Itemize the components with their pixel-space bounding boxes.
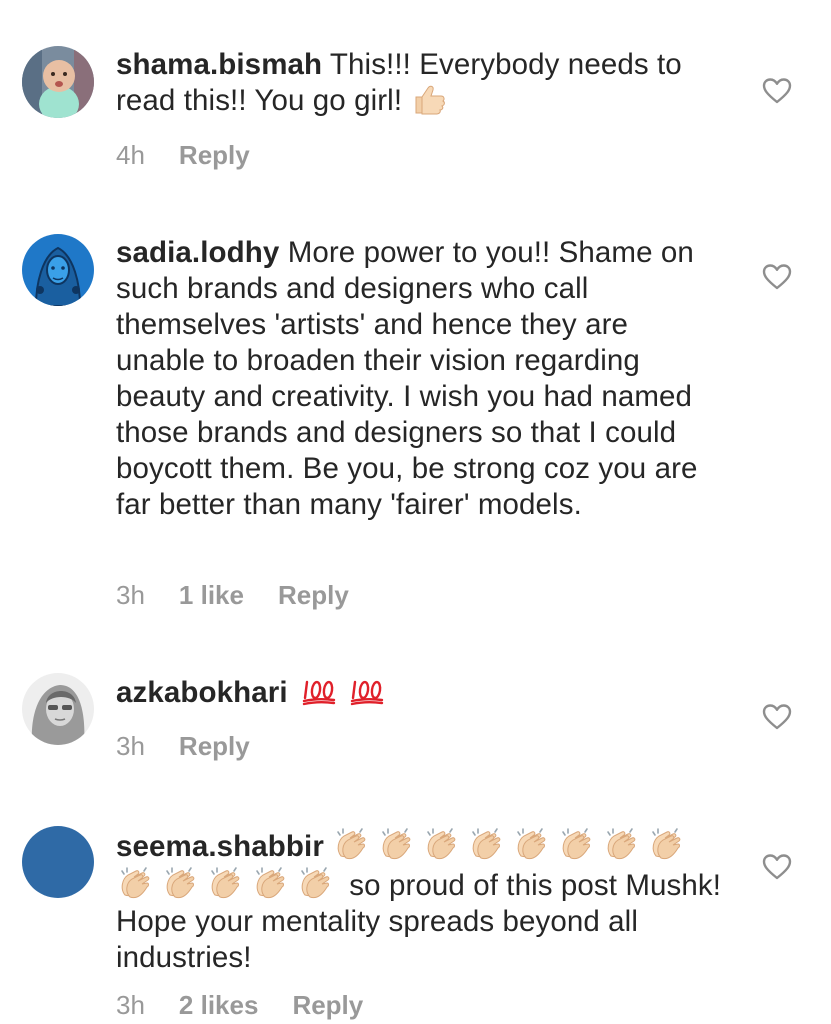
clapping-hands-icon bbox=[332, 826, 370, 862]
like-heart-icon[interactable] bbox=[762, 263, 792, 291]
clapping-hands-icon bbox=[116, 865, 154, 901]
comment-username[interactable]: sadia.lodhy bbox=[116, 236, 279, 269]
comment-body: azkabokhari bbox=[116, 675, 716, 715]
comment-text: More power to you!! Shame on such brands… bbox=[116, 236, 698, 521]
comment-body: sadia.lodhy More power to you!! Shame on… bbox=[116, 235, 716, 523]
clapping-hands-icon bbox=[512, 826, 550, 862]
avatar[interactable] bbox=[22, 234, 94, 306]
reply-button[interactable]: Reply bbox=[278, 580, 349, 611]
clapping-hands-icon bbox=[251, 865, 289, 901]
likes-count[interactable]: 1 like bbox=[179, 580, 244, 611]
reply-button[interactable]: Reply bbox=[292, 990, 363, 1021]
like-heart-icon[interactable] bbox=[762, 77, 792, 105]
comment-time: 3h bbox=[116, 990, 145, 1020]
clapping-hands-icon bbox=[206, 865, 244, 901]
comment-time: 4h bbox=[116, 140, 145, 170]
comment-meta: 3h 2 likes Reply bbox=[116, 990, 397, 1021]
clapping-hands-icon bbox=[602, 826, 640, 862]
hundred-points-icon bbox=[350, 676, 384, 715]
avatar[interactable] bbox=[22, 826, 94, 898]
comment-body: shama.bismah This!!! Everybody needs to … bbox=[116, 47, 716, 124]
clapping-hands-icon bbox=[161, 865, 199, 901]
comment-meta: 3h Reply bbox=[116, 731, 284, 762]
hundred-points-icon bbox=[302, 676, 336, 715]
comment-username[interactable]: shama.bismah bbox=[116, 48, 322, 81]
clapping-hands-icon bbox=[296, 865, 334, 901]
reply-button[interactable]: Reply bbox=[179, 140, 250, 171]
avatar[interactable] bbox=[22, 673, 94, 745]
comment-meta: 3h 1 like Reply bbox=[116, 580, 383, 611]
avatar[interactable] bbox=[22, 46, 94, 118]
thumbs-up-icon bbox=[410, 83, 448, 124]
clapping-hands-icon bbox=[467, 826, 505, 862]
likes-count[interactable]: 2 likes bbox=[179, 990, 259, 1021]
comment-username[interactable]: seema.shabbir bbox=[116, 830, 324, 863]
like-heart-icon[interactable] bbox=[762, 703, 792, 731]
clapping-hands-icon bbox=[647, 826, 685, 862]
reply-button[interactable]: Reply bbox=[179, 731, 250, 762]
comment-username[interactable]: azkabokhari bbox=[116, 676, 288, 709]
clapping-hands-icon bbox=[422, 826, 460, 862]
comment-body: seema.shabbir so proud of this post Mush… bbox=[116, 826, 736, 976]
comment-time: 3h bbox=[116, 731, 145, 761]
comment-time: 3h bbox=[116, 580, 145, 610]
comment-meta: 4h Reply bbox=[116, 140, 284, 171]
clapping-hands-icon bbox=[377, 826, 415, 862]
like-heart-icon[interactable] bbox=[762, 853, 792, 881]
clapping-hands-icon bbox=[557, 826, 595, 862]
